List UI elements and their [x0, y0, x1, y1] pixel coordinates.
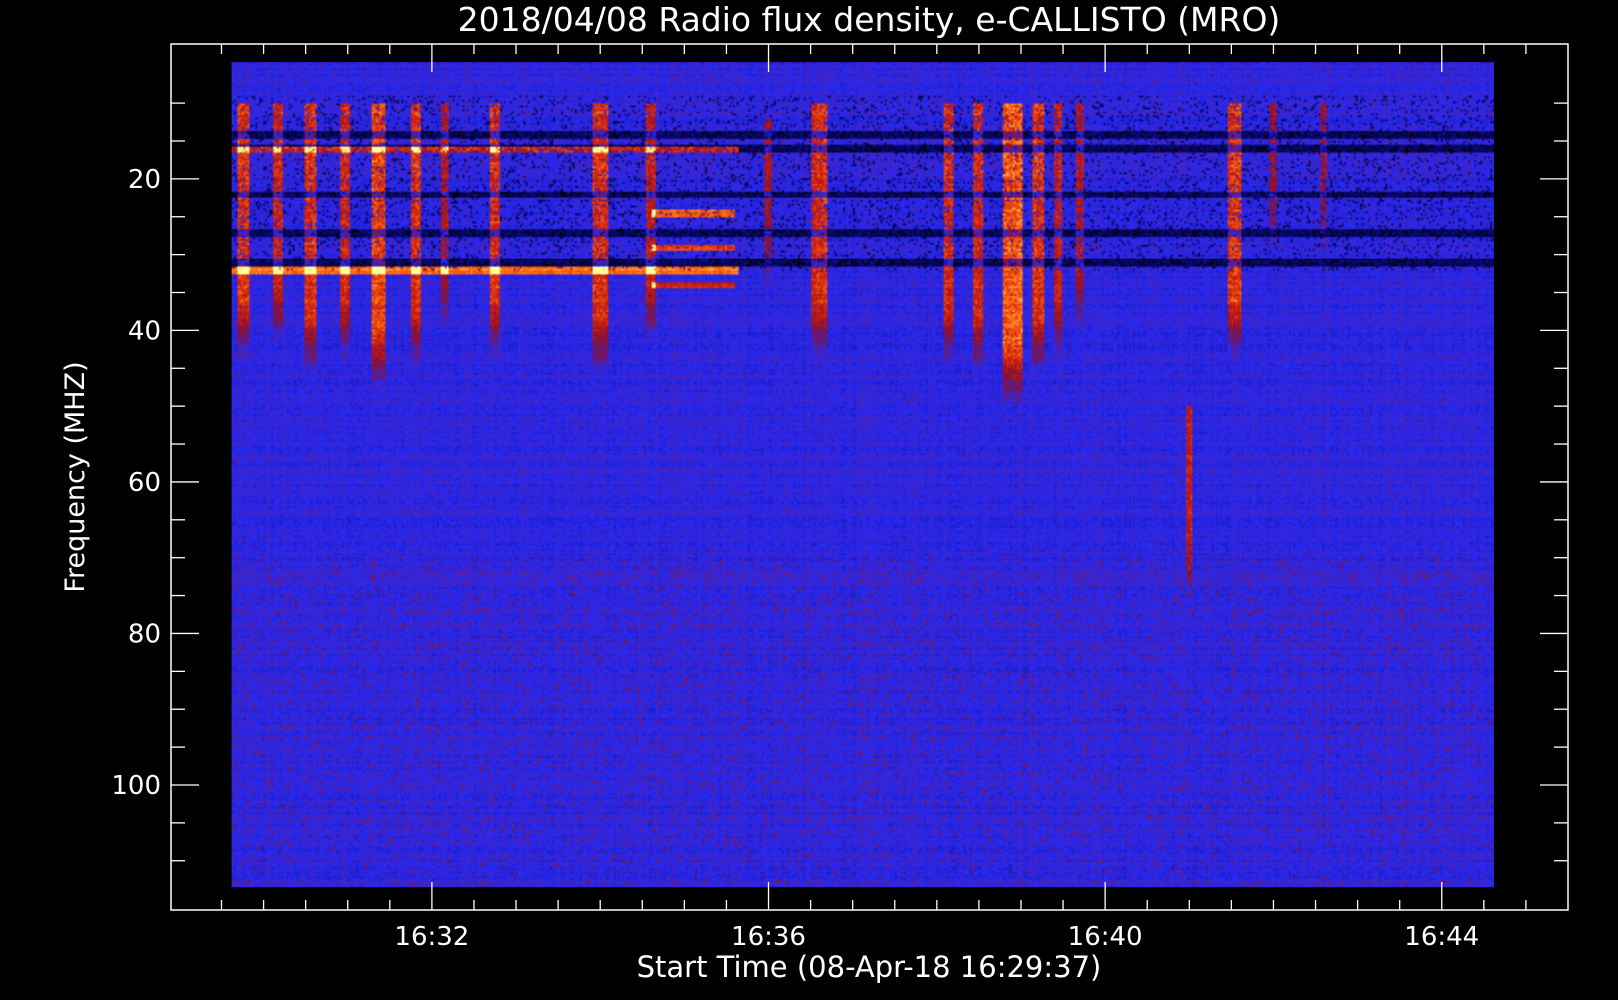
- y-tick-label: 60: [128, 468, 161, 498]
- spectrogram-image: [231, 62, 1494, 888]
- x-tick-label: 16:32: [394, 922, 469, 952]
- x-tick-label: 16:40: [1068, 922, 1143, 952]
- y-tick-label: 100: [111, 771, 161, 801]
- y-tick-label: 20: [128, 165, 161, 195]
- y-axis-label: Frequency (MHZ): [60, 361, 91, 592]
- x-tick-label: 16:36: [731, 922, 806, 952]
- spectrogram-chart: 20 40 60 80 100 16:32 16:36 16:40 16:44 2018/04/…: [0, 0, 1618, 1000]
- y-tick-label: 40: [128, 316, 161, 346]
- y-tick-label: 80: [128, 619, 161, 649]
- chart-title: 2018/04/08 Radio flux density, e-CALLIST…: [458, 0, 1281, 39]
- x-axis-label: Start Time (08-Apr-18 16:29:37): [637, 950, 1102, 984]
- x-tick-label: 16:44: [1404, 922, 1479, 952]
